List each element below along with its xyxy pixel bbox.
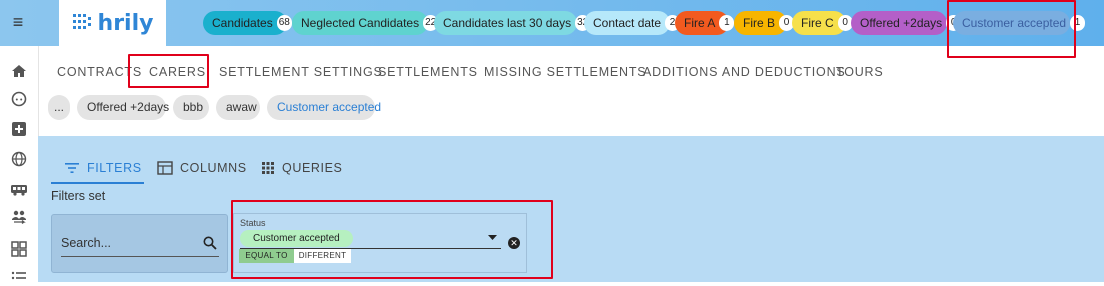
- chip-count: 68: [276, 15, 292, 31]
- dashboard-grid-icon[interactable]: [10, 240, 28, 258]
- chip-neglected-candidates[interactable]: Neglected Candidates 22: [292, 11, 439, 35]
- search-icon[interactable]: [203, 236, 217, 250]
- tab-queries-label: QUERIES: [282, 161, 343, 175]
- saved-filter-chip[interactable]: awaw: [216, 95, 260, 120]
- tab-missing-settlements[interactable]: MISSING SETTLEMENTS: [484, 58, 646, 86]
- filter-lines-icon: [65, 163, 79, 173]
- tab-filters[interactable]: FILTERS: [64, 153, 142, 183]
- chip-label: Candidates: [212, 16, 273, 30]
- face-icon[interactable]: [10, 90, 28, 108]
- chip-offered-2days[interactable]: Offered +2days 0: [851, 11, 962, 35]
- tab-queries[interactable]: QUERIES: [261, 153, 342, 183]
- search-underline: [61, 256, 219, 257]
- chip-candidates[interactable]: Candidates 68: [203, 11, 292, 35]
- logo-mark-icon: [72, 14, 91, 29]
- list-icon[interactable]: [10, 268, 28, 286]
- people-transfer-icon[interactable]: [10, 208, 28, 226]
- chip-count: 1: [719, 15, 735, 31]
- globe-icon[interactable]: [10, 150, 28, 168]
- active-tab-indicator: [51, 182, 144, 184]
- tab-settlement-settings[interactable]: SETTLEMENT SETTINGS: [219, 58, 383, 86]
- logo-text: hrily: [97, 10, 154, 36]
- chip-candidates-last-30-days[interactable]: Candidates last 30 days 32: [434, 11, 591, 35]
- grid-dots-icon: [262, 162, 274, 174]
- menu-icon[interactable]: ≡: [8, 12, 28, 32]
- columns-icon: [157, 161, 173, 175]
- saved-filter-chip-active[interactable]: Customer accepted: [267, 95, 381, 120]
- sidebar: [0, 46, 39, 282]
- chip-label: Neglected Candidates: [301, 16, 420, 30]
- top-bar: ≡ hrily Candidates 68 Neglected Candidat…: [0, 0, 1104, 46]
- chip-fire-a[interactable]: Fire A 1: [675, 11, 735, 35]
- saved-filter-more[interactable]: ...: [48, 95, 70, 120]
- chip-fire-c[interactable]: Fire C 0: [792, 11, 853, 35]
- chip-label: Fire A: [684, 16, 716, 30]
- search-field[interactable]: Search...: [51, 214, 228, 273]
- bus-icon[interactable]: [10, 180, 28, 198]
- tab-settlements[interactable]: SETTLEMENTS: [378, 58, 478, 86]
- chip-label: Offered +2days: [860, 16, 943, 30]
- highlight-box-customer-accepted: [947, 0, 1076, 58]
- tab-filters-label: FILTERS: [87, 161, 142, 175]
- chip-label: Fire C: [801, 16, 834, 30]
- chip-contact-date[interactable]: Contact date 2: [584, 11, 681, 35]
- tab-columns-label: COLUMNS: [180, 161, 247, 175]
- chip-label: Contact date: [593, 16, 662, 30]
- tab-additions-and-deductions[interactable]: ADDITIONS AND DEDUCTIONS: [643, 58, 846, 86]
- chip-label: Candidates last 30 days: [443, 16, 572, 30]
- search-input[interactable]: Search...: [61, 236, 111, 250]
- chip-fire-b[interactable]: Fire B 0: [734, 11, 795, 35]
- saved-filter-chip[interactable]: bbb: [173, 95, 209, 120]
- home-icon[interactable]: [10, 62, 28, 80]
- logo[interactable]: hrily: [59, 0, 166, 46]
- tab-columns[interactable]: COLUMNS: [157, 153, 247, 183]
- saved-filter-chip[interactable]: Offered +2days: [77, 95, 169, 120]
- tab-tours[interactable]: TOURS: [836, 58, 884, 86]
- medical-cross-icon[interactable]: [10, 120, 28, 138]
- highlight-box-carers-tab: [128, 54, 209, 88]
- filters-set-label: Filters set: [51, 189, 106, 203]
- highlight-box-status-filter: [231, 200, 553, 279]
- chip-label: Fire B: [743, 16, 776, 30]
